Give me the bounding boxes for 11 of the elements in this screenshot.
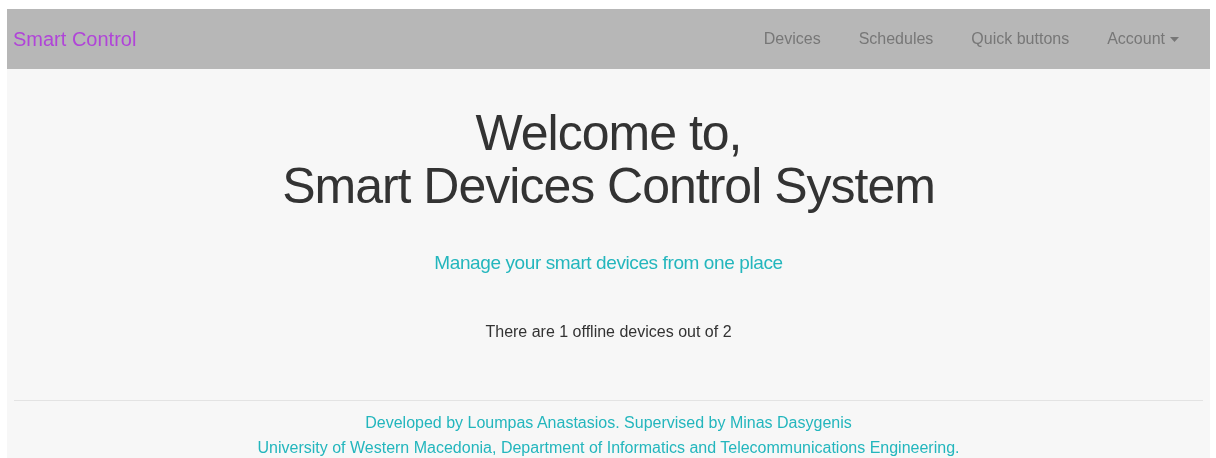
status-text: There are 1 offline devices out of 2 xyxy=(484,321,733,342)
caret-icon xyxy=(1170,36,1179,42)
nav-link[interactable]: Devices xyxy=(744,27,840,51)
brand-link[interactable]: Smart Control xyxy=(13,24,137,54)
account-dropdown[interactable]: Account xyxy=(1088,27,1198,51)
welcome-heading: Welcome to, Smart Devices Control System xyxy=(281,107,936,212)
footer-text: Developed by Loumpas Anastasios. Supervised by Minas Dasygenis xyxy=(365,413,852,431)
footer-text: University of Western Macedonia, Department of Informatics and Telecommunications Engineering. xyxy=(257,438,960,456)
subtitle: Manage your smart devices from one place xyxy=(433,251,784,275)
nav-link[interactable]: Quick buttons xyxy=(952,27,1089,51)
nav-link[interactable]: Schedules xyxy=(839,27,953,51)
